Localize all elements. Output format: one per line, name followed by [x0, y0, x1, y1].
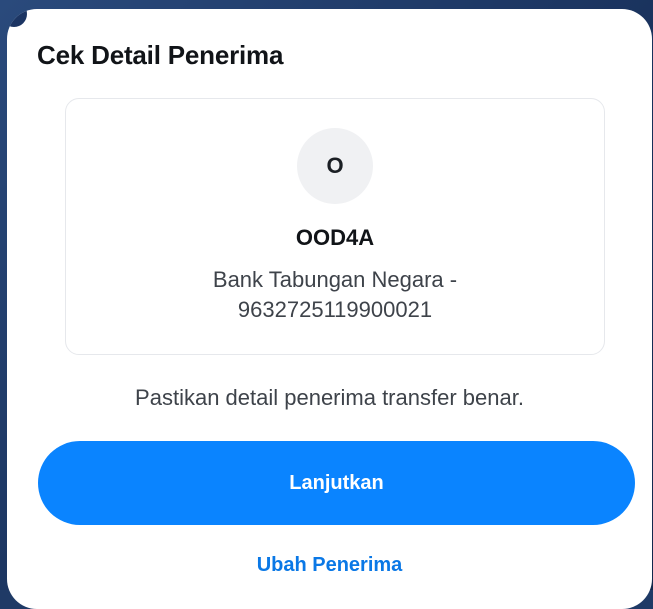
recipient-account-number: 9632725119900021: [237, 297, 433, 322]
sheet-title: Cek Detail Penerima: [37, 40, 284, 70]
confirm-recipient-sheet: Cek Detail Penerima O OOD4A Bank Tabunga…: [7, 9, 652, 609]
recipient-avatar: O: [297, 128, 373, 204]
confirmation-note: Pastikan detail penerima transfer benar.: [135, 385, 524, 410]
screenshot-frame: Cek Detail Penerima O OOD4A Bank Tabunga…: [0, 0, 653, 609]
recipient-name: OOD4A: [295, 225, 375, 250]
change-recipient-link[interactable]: Ubah Penerima: [7, 554, 652, 577]
recipient-card: O OOD4A Bank Tabungan Negara - 963272511…: [65, 98, 605, 355]
recipient-bank: Bank Tabungan Negara -: [212, 267, 458, 292]
continue-button[interactable]: Lanjutkan: [38, 441, 635, 525]
corner-decoration: [7, 9, 27, 27]
